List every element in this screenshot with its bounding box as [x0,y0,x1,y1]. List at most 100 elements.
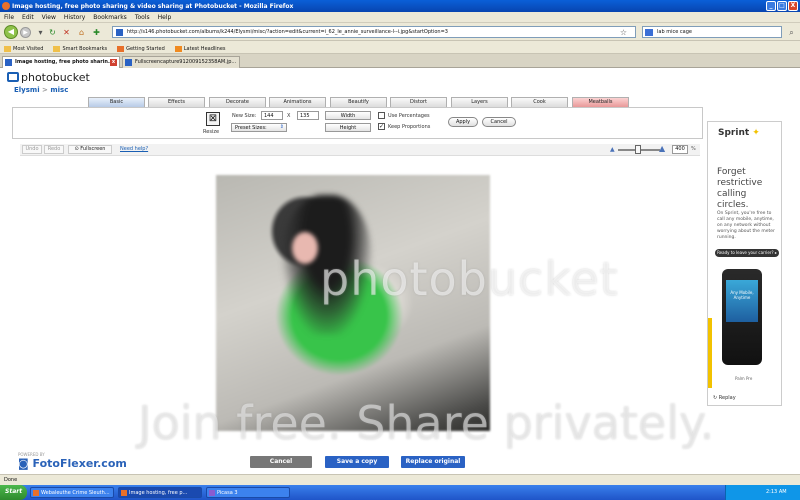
tab-beautify[interactable]: Beautify [330,97,387,107]
rss-icon [174,45,182,52]
taskbar-item-websleuths[interactable]: Webaleuthe Crime Sleuth... [30,487,114,498]
tab-fullscreen-capture[interactable]: Fullscreencapture912009152358AM.jp... [122,56,240,68]
back-button[interactable]: ◀ [4,25,18,39]
watermark-brand: photobucket [320,252,619,306]
history-dropdown-icon[interactable]: ▾ [35,27,46,38]
fotoflexer-icon: ◙ [18,457,29,470]
menu-bar: File Edit View History Bookmarks Tools H… [0,12,800,23]
tab-label: Fullscreencapture912009152358AM.jp... [135,59,237,65]
height-stepper[interactable]: Height [325,123,371,132]
cancel-resize-button[interactable]: Cancel [482,117,516,127]
site-favicon [116,29,123,36]
dropdown-arrow-icon: ⇕ [279,124,284,130]
menu-history[interactable]: History [64,14,85,22]
task-label: Image hosting, free p... [129,490,188,496]
system-tray: 2:13 AM [725,485,800,500]
search-input[interactable]: lab mice cage [642,26,782,38]
keep-proportions-checkbox[interactable]: ✓ [378,123,385,130]
bookmark-getting-started[interactable]: Getting Started [117,44,165,53]
search-engine-icon[interactable] [645,29,653,36]
use-percentages-checkbox[interactable] [378,112,385,119]
stop-icon[interactable]: ✕ [61,27,72,38]
page-content: photobucket Elysmi > misc Basic Effects … [0,68,800,474]
breadcrumb: Elysmi > misc [14,86,68,94]
firefox-icon [121,490,127,496]
url-input[interactable]: http://s146.photobucket.com/albums/k244/… [112,26,636,38]
tab-cook[interactable]: Cook [511,97,568,107]
tab-basic[interactable]: Basic [88,97,145,107]
search-go-icon[interactable]: ⌕ [786,27,797,38]
height-label: Height [339,125,357,131]
preset-sizes-dropdown[interactable]: Preset Sizes: ⇕ [231,123,287,132]
save-copy-button[interactable]: Save a copy [325,456,389,468]
tab-animations[interactable]: Animations [269,97,326,107]
reload-icon[interactable]: ↻ [47,27,58,38]
undo-button[interactable]: Undo [22,145,42,154]
redo-button[interactable]: Redo [44,145,64,154]
menu-file[interactable]: File [4,14,14,22]
breadcrumb-album[interactable]: misc [50,86,68,94]
editor-canvas[interactable]: photobucket Join free. Share privately. [20,156,714,452]
tab-close-icon[interactable]: x [110,59,117,66]
tab-photobucket[interactable]: Image hosting, free photo sharin... x [2,56,120,68]
zoom-slider-handle[interactable] [635,145,641,154]
tab-distort[interactable]: Distort [390,97,447,107]
close-button[interactable]: X [788,1,798,11]
addon-icon[interactable]: ✚ [91,27,102,38]
resize-icon[interactable]: ⊠ [206,112,220,126]
apply-button[interactable]: Apply [448,117,478,127]
logo-text: photobucket [21,71,90,84]
tab-label: Image hosting, free photo sharin... [15,59,114,65]
tab-decorate[interactable]: Decorate [209,97,266,107]
ad-headline: Forget restrictive calling circles. [717,167,763,210]
fullscreen-button[interactable]: ⊙ Fullscreen [68,145,112,154]
menu-help[interactable]: Help [158,14,172,22]
taskbar-item-photobucket[interactable]: Image hosting, free p... [118,487,202,498]
ad-cta-button[interactable]: Ready to leave your carrier? ▸ [715,249,779,257]
fotoflexer-logo[interactable]: POWERED BY ◙ FotoFlexer.com [18,452,127,470]
zoom-out-icon[interactable]: ▲ [610,146,615,153]
folder-icon [53,45,61,52]
bookmark-latest-headlines[interactable]: Latest Headlines [174,44,226,53]
firefox-bookmark-icon [117,45,125,52]
status-bar: Done [0,474,800,485]
minimize-button[interactable]: _ [766,1,776,11]
width-stepper[interactable]: Width [325,111,371,120]
zoom-input[interactable]: 400 [672,145,688,154]
sprint-advertisement[interactable]: Sprint ✦ Forget restrictive calling circ… [707,121,782,406]
ad-body: On Sprint, you're free to call any mobil… [717,211,775,240]
task-label: Picasa 3 [217,490,238,496]
tab-effects[interactable]: Effects [148,97,205,107]
bookmarks-toolbar: Most Visited Smart Bookmarks Getting Sta… [0,41,800,54]
replace-original-button[interactable]: Replace original [401,456,465,468]
bookmark-most-visited[interactable]: Most Visited [4,44,43,53]
zoom-in-icon[interactable]: ▲ [659,144,665,153]
clock[interactable]: 2:13 AM [766,489,787,495]
home-icon[interactable]: ⌂ [76,27,87,38]
need-help-link[interactable]: Need help? [120,146,148,152]
forward-button[interactable]: ▶ [20,27,31,38]
window-title: Image hosting, free photo sharing & vide… [12,3,294,10]
breadcrumb-user[interactable]: Elysmi [14,86,40,94]
menu-view[interactable]: View [42,14,56,22]
menu-tools[interactable]: Tools [135,14,150,22]
width-input[interactable]: 144 [261,111,283,120]
firefox-icon [33,490,39,496]
photobucket-logo[interactable]: photobucket [7,71,90,84]
maximize-button[interactable]: □ [777,1,787,11]
height-input[interactable]: 135 [297,111,319,120]
photo-subject-face [292,232,318,264]
star-bookmark-icon[interactable]: ☆ [618,27,629,38]
menu-bookmarks[interactable]: Bookmarks [93,14,127,22]
start-label: Start [5,488,23,495]
bookmark-smart-bookmarks[interactable]: Smart Bookmarks [53,44,107,53]
navigation-toolbar: ◀ ▶ ▾ ↻ ✕ ⌂ ✚ http://s146.photobucket.co… [0,23,800,41]
tab-meatballs[interactable]: Meatballs [572,97,629,107]
tab-layers[interactable]: Layers [451,97,508,107]
menu-edit[interactable]: Edit [22,14,34,22]
ad-replay-button[interactable]: ↻ Replay [713,395,736,401]
taskbar-item-picasa[interactable]: Picasa 3 [206,487,290,498]
keep-proportions-label: Keep Proportions [388,124,431,130]
start-button[interactable]: Start [0,485,27,500]
cancel-button[interactable]: Cancel [250,456,312,468]
